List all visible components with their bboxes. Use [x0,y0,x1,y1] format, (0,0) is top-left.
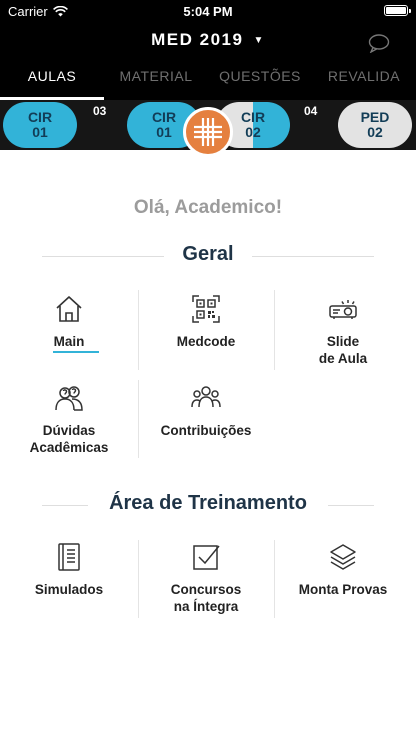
brand-logo [183,107,233,157]
menu-item-medcode[interactable]: Medcode [140,293,272,377]
menu-item-label: Monta Provas [298,582,388,597]
active-item-underline [53,351,99,353]
section-geral-header: Geral [42,243,374,269]
section-title: Área de Treinamento [109,492,307,514]
menu-item-label: Medcode [176,334,236,349]
lesson-pill-number: 01 [156,124,172,140]
people-group-icon [191,386,221,408]
lesson-pill-cir-01[interactable]: CIR 01 [3,102,77,148]
chevron-down-icon: ▼ [253,35,265,46]
tab-aulas[interactable]: AULAS [0,64,104,100]
lesson-pill-area: CIR [240,109,266,125]
tab-questoes[interactable]: QUESTÕES [208,64,312,100]
menu-item-label: Dúvidas Acadêmicas [29,423,109,455]
top-bar: Carrier 5:04 PM MED 2019 ▼ AULAS MATERIAL… [0,0,416,100]
qr-code-icon [192,295,220,323]
menu-item-simulados[interactable]: Simulados [3,541,135,625]
lesson-pill-ped-02[interactable]: PED 02 [338,102,412,148]
lesson-pill-area: CIR [27,109,53,125]
tab-bar: AULAS MATERIAL QUESTÕES REVALIDA [0,64,416,100]
menu-item-label: Contribuições [160,423,252,438]
course-selector[interactable]: MED 2019 ▼ [0,30,416,50]
lesson-pill-number: 02 [245,124,261,140]
document-list-icon [58,543,80,571]
tab-revalida[interactable]: REVALIDA [312,64,416,100]
tab-material[interactable]: MATERIAL [104,64,208,100]
lesson-pill-number: 01 [32,124,48,140]
battery-icon [384,5,411,16]
status-time: 5:04 PM [183,4,233,19]
section-treinamento-header: Área de Treinamento [42,492,374,518]
menu-item-concursos-na-integra[interactable]: Concursos na Íntegra [140,541,272,625]
chat-bubble-icon[interactable] [368,33,390,53]
menu-item-monta-provas[interactable]: Monta Provas [277,541,409,625]
lesson-pill-area: CIR [151,109,177,125]
menu-item-slide-de-aula[interactable]: Slide de Aula [277,293,409,377]
lesson-number: 04 [304,104,318,118]
menu-item-duvidas-academicas[interactable]: Dúvidas Acadêmicas [3,382,135,466]
lesson-number: 03 [93,104,107,118]
status-bar: Carrier 5:04 PM [0,0,416,22]
questions-icon [55,386,83,411]
menu-item-main[interactable]: Main [3,293,135,377]
home-icon [56,296,82,322]
menu-item-label: Concursos na Íntegra [170,582,242,614]
lesson-pill-area: PED [360,109,390,125]
layers-icon [330,544,356,570]
greeting: Olá, Academico! [133,197,283,218]
checkbox-icon [193,545,220,570]
menu-item-label: Simulados [34,582,104,597]
menu-item-label: Slide de Aula [318,334,368,366]
menu-item-contribuicoes[interactable]: Contribuições [140,382,272,466]
medcel-cross-icon [194,118,222,146]
lesson-pill-number: 02 [367,124,383,140]
projector-icon [329,300,357,319]
section-title: Geral [182,243,234,265]
course-title: MED 2019 [151,30,244,49]
menu-item-label: Main [53,334,85,349]
